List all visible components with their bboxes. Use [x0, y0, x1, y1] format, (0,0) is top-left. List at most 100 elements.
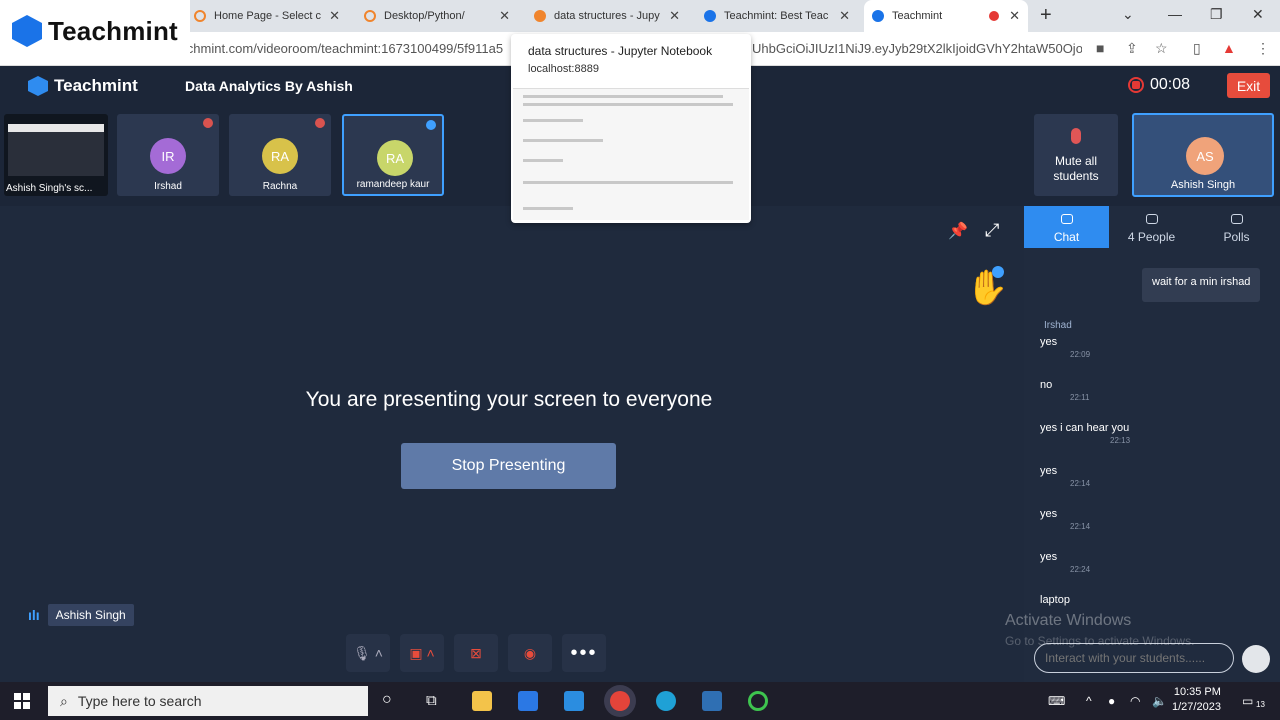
maximize-icon[interactable]: ❐	[1210, 6, 1223, 23]
thumbnail-line	[523, 159, 563, 162]
message-text: yes	[1040, 336, 1058, 348]
active-speaker: ılı Ashish Singh	[28, 604, 134, 626]
tab-close-icon[interactable]: ✕	[839, 8, 850, 24]
tab-close-icon[interactable]: ✕	[499, 8, 510, 24]
teacher-tile[interactable]: AS Ashish Singh	[1132, 113, 1274, 197]
notification-icon[interactable]: ▭	[1242, 694, 1253, 708]
url-text-left[interactable]: video.teachmint.com/videoroom/teachmint:…	[134, 41, 514, 56]
windows-start-icon[interactable]	[14, 693, 30, 709]
tab-label: data structures - Jupy	[554, 10, 660, 22]
chat-message: yes i can hear you 22:13	[1040, 422, 1130, 445]
browser-tab-2[interactable]: Desktop/Python/ ✕	[356, 0, 518, 32]
browser-tab-5[interactable]: Teachmint ✕	[864, 0, 1028, 32]
record-button[interactable]: ◉	[508, 634, 552, 672]
exit-button[interactable]: Exit	[1227, 73, 1270, 98]
browser-tab-1[interactable]: Home Page - Select c ✕	[186, 0, 348, 32]
preview-thumbnail	[513, 88, 749, 220]
extension-icon[interactable]: ▲	[1222, 40, 1236, 56]
volume-icon[interactable]: 🔈	[1152, 694, 1167, 708]
tab-people[interactable]: 4 People	[1109, 206, 1194, 248]
close-window-icon[interactable]: ✕	[1252, 6, 1264, 23]
store-icon[interactable]	[518, 691, 538, 711]
tab-polls[interactable]: Polls	[1194, 206, 1279, 248]
browser-tab-3[interactable]: data structures - Jupy ✕	[526, 0, 688, 32]
tab-close-icon[interactable]: ✕	[669, 8, 680, 24]
new-tab-icon[interactable]: +	[1040, 4, 1052, 27]
vscode-icon[interactable]	[702, 691, 722, 711]
chrome-icon[interactable]	[610, 691, 630, 711]
menu-dots-icon[interactable]: ⋮	[1256, 40, 1270, 57]
tab-favicon-icon	[704, 10, 716, 22]
chat-panel: Chat 4 People Polls wait for a min irsha…	[1024, 206, 1280, 682]
chat-message: no 22:11	[1040, 379, 1089, 402]
url-text-right[interactable]: UhbGciOiJIUzI1NiJ9.eyJyb29tX2lkIjoidGVhY…	[752, 41, 1082, 56]
message-text: yes	[1040, 465, 1058, 477]
muted-mic-icon	[315, 118, 325, 128]
tab-search-icon[interactable]: ⌄	[1122, 6, 1134, 23]
more-options-button[interactable]: •••	[562, 634, 606, 672]
avatar: RA	[377, 140, 413, 176]
tab-close-icon[interactable]: ✕	[1009, 8, 1020, 24]
sidebar-icon[interactable]: ▯	[1193, 40, 1201, 57]
share-icon[interactable]: ⇪	[1126, 40, 1138, 57]
record-icon	[1128, 77, 1144, 93]
wifi-icon[interactable]: ◠	[1130, 694, 1140, 708]
bookmark-star-icon[interactable]: ☆	[1155, 40, 1168, 57]
keyboard-icon[interactable]: ⌨	[1048, 694, 1065, 708]
thumbnail-line	[523, 103, 733, 106]
mail-icon[interactable]	[564, 691, 584, 711]
browser-tab-4[interactable]: Teachmint: Best Teac ✕	[696, 0, 858, 32]
chat-message: yes 22:24	[1040, 551, 1090, 574]
mute-all-button[interactable]: Mute all students	[1034, 114, 1118, 196]
teachmint-logo-icon	[12, 15, 42, 47]
stop-presenting-button[interactable]: Stop Presenting	[401, 443, 616, 489]
tab-label: Polls	[1223, 230, 1250, 244]
participant-tile-irshad[interactable]: IR Irshad	[117, 114, 219, 196]
clock-date: 1/27/2023	[1172, 701, 1221, 713]
mic-off-icon	[1071, 128, 1081, 144]
minimize-icon[interactable]: —	[1168, 6, 1182, 22]
microphone-button[interactable]: 🎙 ˄	[346, 634, 390, 672]
timer-text: 00:08	[1150, 76, 1191, 93]
tab-close-icon[interactable]: ✕	[329, 8, 340, 24]
chat-message: yes 22:09	[1040, 336, 1090, 359]
taskbar-search[interactable]: ⌕ Type here to search	[48, 686, 368, 716]
task-view-icon[interactable]: ⧉	[426, 692, 437, 709]
tab-label: Teachmint	[892, 10, 943, 22]
screen-share-button[interactable]: ⊠	[454, 634, 498, 672]
thumbnail-line	[523, 181, 733, 184]
app-green-icon[interactable]	[748, 691, 768, 711]
cortana-icon[interactable]: ○	[382, 691, 392, 709]
send-button[interactable]	[1242, 645, 1270, 673]
chat-message: yes 22:14	[1040, 508, 1090, 531]
message-text: yes	[1040, 551, 1058, 563]
camera-button[interactable]: ▣ ˄	[400, 634, 444, 672]
system-clock[interactable]: 10:35 PM 1/27/2023	[1172, 685, 1221, 715]
fullscreen-icon[interactable]: ⤢	[985, 220, 999, 241]
camera-icon[interactable]: ■	[1096, 40, 1104, 56]
brand-text: Teachmint	[48, 15, 178, 46]
mic-icon	[426, 120, 436, 130]
screen-share-tile[interactable]: Ashish Singh's sc...	[4, 114, 108, 196]
file-explorer-icon[interactable]	[472, 691, 492, 711]
thumbnail-line	[523, 119, 583, 122]
tray-chevron-icon[interactable]: ^	[1086, 694, 1092, 708]
search-placeholder: Type here to search	[77, 693, 202, 709]
tab-favicon-icon	[534, 10, 546, 22]
notification-count: 13	[1256, 700, 1265, 709]
presenting-message: You are presenting your screen to everyo…	[305, 388, 713, 411]
participant-name: ramandeep kaur	[356, 179, 430, 190]
avatar: AS	[1186, 137, 1224, 175]
tab-chat[interactable]: Chat	[1024, 206, 1109, 248]
edge-icon[interactable]	[656, 691, 676, 711]
class-title: Data Analytics By Ashish	[185, 78, 353, 94]
meeting-controls: 🎙 ˄ ▣ ˄ ⊠ ◉ •••	[346, 634, 606, 672]
participant-tile-ramandeep[interactable]: RA ramandeep kaur	[342, 114, 444, 196]
mute-all-label: Mute all students	[1053, 154, 1099, 183]
participant-tile-rachna[interactable]: RA Rachna	[229, 114, 331, 196]
app-logo-text: Teachmint	[54, 76, 138, 95]
network-icon[interactable]: ●	[1108, 694, 1115, 708]
pin-icon[interactable]: 📌	[948, 221, 968, 241]
people-icon	[1146, 214, 1158, 224]
tab-label: Desktop/Python/	[384, 10, 465, 22]
